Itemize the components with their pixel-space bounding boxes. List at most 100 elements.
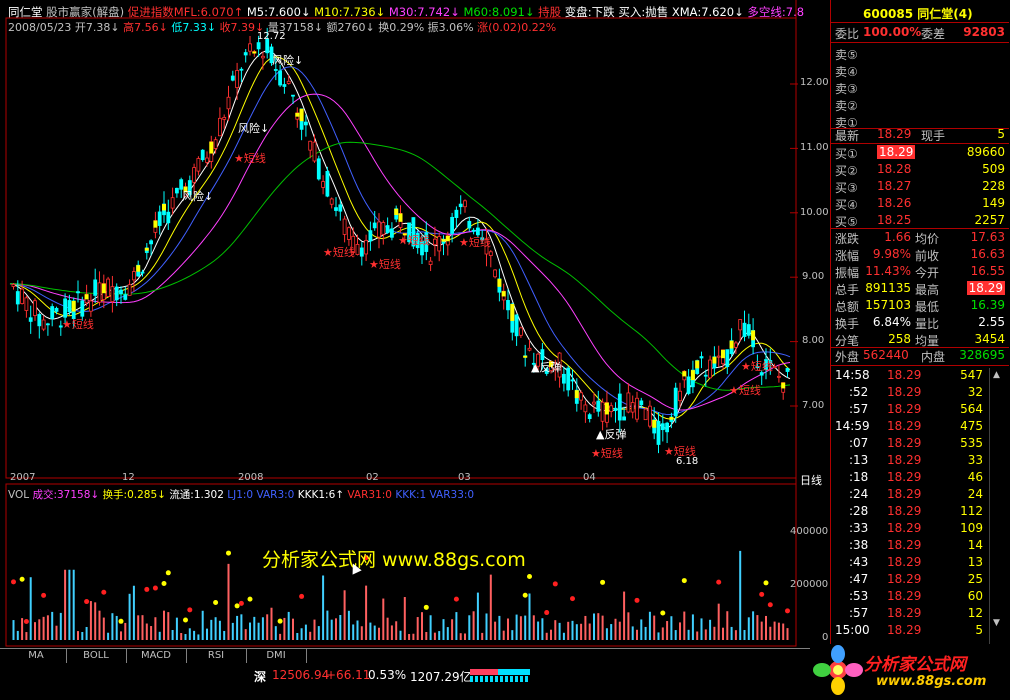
candle-body [600, 401, 605, 422]
short-line-label: ★短线 [323, 246, 355, 259]
volume-marker [23, 618, 29, 624]
candle-body [338, 204, 343, 212]
buy-level-price: 18.26 [877, 196, 912, 210]
price-tick: 8.00 [802, 335, 825, 346]
weibi-row: 委比 100.00% 委差 92803 [831, 24, 1009, 41]
candle-signal [295, 112, 300, 117]
scroll-up-icon[interactable]: ▲ [993, 370, 1000, 380]
sell-level-label: 卖④ [835, 65, 858, 79]
bar-low: 低7.33↓ [171, 21, 217, 34]
candle-body [308, 140, 313, 151]
candle-body [656, 420, 661, 445]
volume-marker [423, 604, 429, 610]
tab-boll[interactable]: BOLL [66, 650, 126, 661]
tick-scrollbar[interactable]: ▲ ▼ [989, 368, 1006, 644]
change-state: 变盘:下跌 [564, 5, 615, 19]
candle-body [256, 42, 261, 50]
candle-signal [721, 349, 725, 359]
candle-body [450, 216, 455, 234]
volume-marker [247, 596, 253, 602]
candle-body [673, 387, 678, 417]
buy-level-label: 买③ [835, 181, 858, 195]
vol-tick: 0 [822, 632, 829, 643]
weibi-value: 100.00% [863, 25, 922, 39]
tab-dmi[interactable]: DMI [246, 650, 306, 661]
tab-divider [306, 649, 307, 663]
candle-body [334, 207, 338, 211]
vol-kkk: KKK:1 [395, 489, 427, 501]
stat-value: 16.55 [970, 264, 1005, 278]
weicha-label: 委差 [921, 27, 946, 41]
stat-value: 9.98% [872, 247, 911, 261]
candle-body [609, 405, 614, 412]
volume-marker [763, 580, 769, 586]
candle-signal [510, 304, 515, 321]
buy-level-row: 买④ 18.26 149 [831, 195, 1009, 212]
candle-body [76, 291, 80, 294]
tick-row: :52 18.29 32 [831, 384, 1009, 401]
inner-label: 内盘 [921, 350, 946, 364]
candle-body [635, 397, 639, 420]
stat-value: 1.66 [884, 230, 911, 244]
candle-body [368, 230, 373, 242]
ma60-value: M60:8.091↓ [463, 5, 535, 19]
candle-body [192, 167, 197, 183]
buy-level-row: 买① 18.29 89660 [831, 144, 1009, 161]
candle-body [213, 139, 218, 149]
candle-body [463, 200, 467, 208]
bar-change: 涨(0.02)0.22% [477, 21, 557, 34]
candle-body [222, 117, 227, 120]
candle-body [110, 286, 115, 303]
last-price-row: 最新 18.29 现手 5 [831, 126, 1009, 143]
peak-price-label: 12.72 [257, 31, 286, 42]
tick-row: :33 18.29 109 [831, 520, 1009, 537]
tab-rsi[interactable]: RSI [186, 650, 246, 661]
stat-label: 最低 [915, 300, 940, 314]
tick-volume: 112 [960, 504, 983, 518]
date-tick: 03 [458, 472, 471, 483]
volume-marker [570, 596, 575, 602]
candle-body [583, 404, 588, 413]
candle-body [63, 298, 67, 318]
candle-body [123, 294, 128, 300]
tick-row: :47 18.29 25 [831, 571, 1009, 588]
kline-chart-area[interactable]: 同仁堂 股市赢家(解盘) 促进指数MFL:6.070↑ M5:7.600↓ M1… [0, 0, 830, 700]
stat-value: 891135 [865, 281, 911, 295]
tick-row: 14:58 18.29 547 [831, 367, 1009, 384]
tab-ma[interactable]: MA [6, 650, 66, 661]
candle-body [15, 291, 20, 305]
indicator-tabs: MA BOLL MACD RSI DMI [0, 648, 830, 664]
tick-price: 18.29 [887, 623, 922, 637]
candle-body [89, 300, 93, 312]
logo-url: www.88gs.com [876, 674, 987, 689]
updown-bar-up [470, 669, 498, 675]
logo-text: 分析家公式网 [864, 655, 966, 675]
tick-row: :13 18.29 33 [831, 452, 1009, 469]
candle-signal [398, 213, 403, 222]
volume-marker [634, 597, 640, 603]
tab-macd[interactable]: MACD [126, 650, 186, 661]
candle-body [746, 324, 751, 336]
stat-value: 11.43% [865, 264, 911, 278]
tab-divider [246, 649, 247, 663]
candle-signal [136, 265, 141, 272]
candle-body [686, 376, 691, 394]
buy-level-volume: 2257 [974, 213, 1005, 227]
candle-signal [441, 239, 446, 242]
candle-body [200, 149, 205, 161]
candle-signal [144, 247, 149, 251]
volume-marker [660, 610, 666, 616]
scroll-down-icon[interactable]: ▼ [993, 618, 1000, 628]
short-line-label: ★短线 [459, 236, 491, 249]
short-line-label: ★短线 [398, 234, 430, 247]
stat-value: 2.55 [978, 315, 1005, 329]
volume-marker [238, 600, 244, 606]
tick-row: :28 18.29 112 [831, 503, 1009, 520]
tick-time: :57 [849, 606, 869, 620]
tick-time: :28 [849, 504, 869, 518]
tick-time: 14:59 [835, 419, 870, 433]
buy-level-label: 买④ [835, 198, 858, 212]
vol-lj1: LJ1:0 [227, 489, 254, 501]
market-label: 深 [254, 670, 267, 684]
buy-level-volume: 509 [982, 162, 1005, 176]
